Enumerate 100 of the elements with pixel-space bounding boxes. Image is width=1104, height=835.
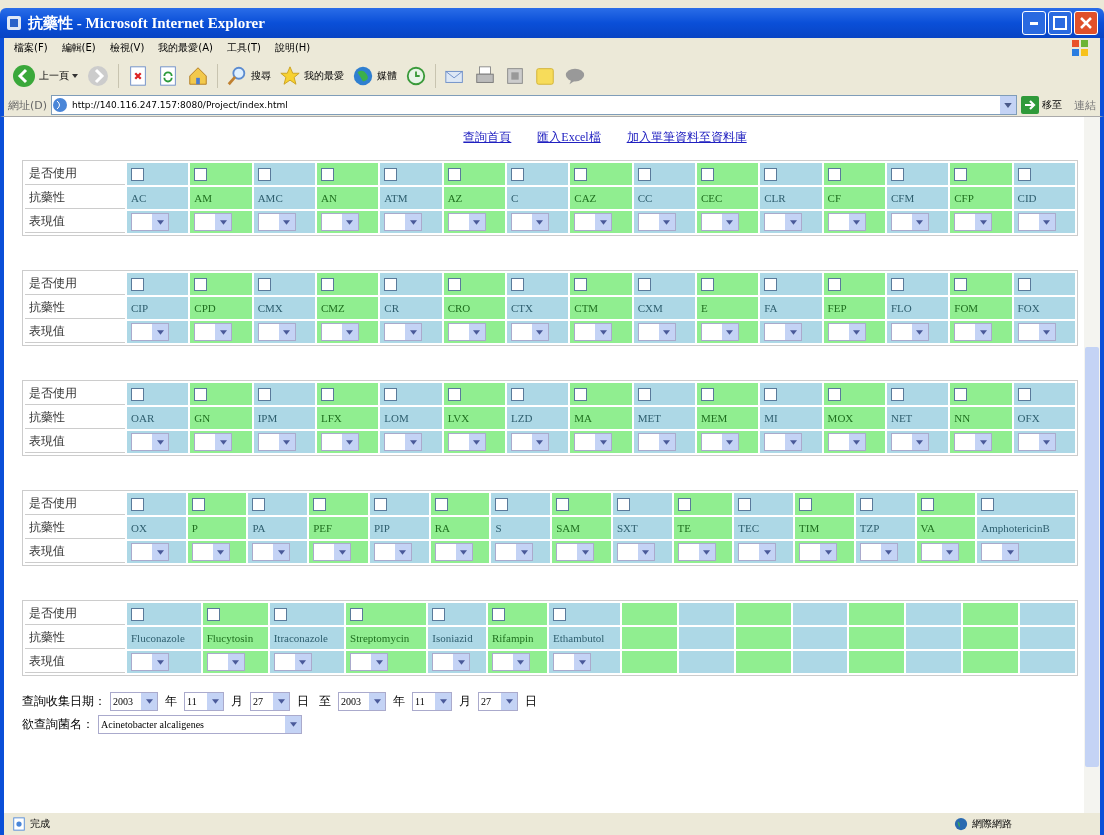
checkbox[interactable] [637,388,651,401]
value-dropdown[interactable] [384,433,423,451]
value-dropdown[interactable] [434,543,473,561]
checkbox[interactable] [510,168,524,181]
value-dropdown[interactable] [954,433,993,451]
history-icon[interactable] [405,65,427,87]
value-dropdown[interactable] [495,543,534,561]
go-button[interactable]: 移至 [1021,96,1062,114]
checkbox[interactable] [700,168,714,181]
value-dropdown[interactable] [1017,323,1056,341]
value-dropdown[interactable] [764,323,803,341]
value-dropdown[interactable] [700,433,739,451]
value-dropdown[interactable] [799,543,838,561]
checkbox[interactable] [257,388,271,401]
checkbox[interactable] [677,498,691,511]
minimize-button[interactable] [1022,11,1046,35]
checkbox[interactable] [827,388,841,401]
menu-item[interactable]: 檔案(F) [14,41,48,55]
value-dropdown[interactable] [700,213,739,231]
checkbox[interactable] [384,388,398,401]
nav-link[interactable]: 匯入Excel檔 [537,129,601,146]
checkbox[interactable] [313,498,327,511]
date-dropdown[interactable]: 2003 [338,692,386,711]
value-dropdown[interactable] [637,213,676,231]
checkbox[interactable] [890,168,904,181]
value-dropdown[interactable] [574,433,613,451]
value-dropdown[interactable] [827,433,866,451]
value-dropdown[interactable] [206,653,245,671]
checkbox[interactable] [257,168,271,181]
value-dropdown[interactable] [616,543,655,561]
value-dropdown[interactable] [384,323,423,341]
value-dropdown[interactable] [194,213,233,231]
checkbox[interactable] [384,278,398,291]
checkbox[interactable] [257,278,271,291]
value-dropdown[interactable] [252,543,291,561]
value-dropdown[interactable] [321,323,359,341]
value-dropdown[interactable] [553,653,592,671]
value-dropdown[interactable] [194,323,233,341]
value-dropdown[interactable] [131,433,169,451]
checkbox[interactable] [738,498,752,511]
menu-item[interactable]: 說明(H) [274,41,311,55]
value-dropdown[interactable] [890,213,929,231]
menu-item[interactable]: 我的最愛(A) [158,41,213,55]
checkbox[interactable] [700,278,714,291]
value-dropdown[interactable] [827,213,866,231]
value-dropdown[interactable] [273,653,312,671]
checkbox[interactable] [510,278,524,291]
value-dropdown[interactable] [859,543,898,561]
value-dropdown[interactable] [954,213,993,231]
dropdown-button[interactable] [1000,96,1016,114]
checkbox[interactable] [321,388,334,401]
value-dropdown[interactable] [131,653,169,671]
close-button[interactable] [1074,11,1098,35]
value-dropdown[interactable] [191,543,230,561]
checkbox[interactable] [764,388,778,401]
value-dropdown[interactable] [491,653,530,671]
bacteria-dropdown[interactable]: Acinetobacter alcaligenes [98,715,302,734]
value-dropdown[interactable] [890,323,929,341]
value-dropdown[interactable] [574,323,613,341]
search-button[interactable]: 搜尋 [226,65,271,87]
checkbox[interactable] [252,498,266,511]
value-dropdown[interactable] [321,213,359,231]
checkbox[interactable] [194,168,208,181]
checkbox[interactable] [553,608,567,621]
links-button[interactable]: 連結 [1066,97,1096,113]
checkbox[interactable] [131,278,144,291]
checkbox[interactable] [890,388,904,401]
checkbox[interactable] [954,168,968,181]
checkbox[interactable] [321,278,334,291]
address-field[interactable]: http://140.116.247.157:8080/Project/index.html [51,95,1017,115]
date-dropdown[interactable]: 27 [250,692,290,711]
checkbox[interactable] [434,498,448,511]
checkbox[interactable] [764,168,778,181]
edit-icon[interactable] [504,65,526,87]
checkbox[interactable] [637,168,651,181]
checkbox[interactable] [799,498,813,511]
value-dropdown[interactable] [373,543,412,561]
value-dropdown[interactable] [447,323,486,341]
checkbox[interactable] [206,608,220,621]
nav-link[interactable]: 加入單筆資料至資料庫 [626,129,747,146]
checkbox[interactable] [495,498,509,511]
media-button[interactable]: 媒體 [352,65,397,87]
checkbox[interactable] [700,388,714,401]
value-dropdown[interactable] [510,323,549,341]
checkbox[interactable] [191,498,205,511]
value-dropdown[interactable] [890,433,929,451]
value-dropdown[interactable] [510,213,549,231]
checkbox[interactable] [574,168,588,181]
menu-item[interactable]: 檢視(V) [109,41,145,55]
checkbox[interactable] [827,168,841,181]
date-dropdown[interactable]: 11 [184,692,224,711]
value-dropdown[interactable] [384,213,423,231]
checkbox[interactable] [432,608,446,621]
value-dropdown[interactable] [920,543,959,561]
checkbox[interactable] [447,278,461,291]
value-dropdown[interactable] [321,433,359,451]
value-dropdown[interactable] [827,323,866,341]
checkbox[interactable] [194,278,208,291]
checkbox[interactable] [954,388,968,401]
date-dropdown[interactable]: 2003 [110,692,158,711]
